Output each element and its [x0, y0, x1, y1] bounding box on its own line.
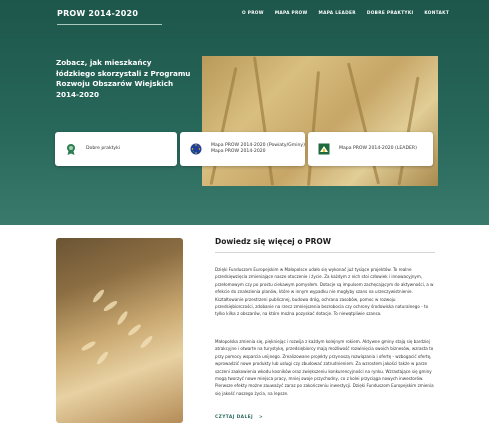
eu-flag-logo-icon — [190, 143, 202, 155]
section-divider — [215, 252, 435, 253]
nav-item-kontakt[interactable]: KONTAKT — [424, 11, 449, 16]
read-more-link[interactable]: CZYTAJ DALEJ > — [215, 415, 263, 420]
wheat-closeup-image — [56, 238, 183, 423]
site-logo[interactable]: PROW 2014-2020 — [57, 9, 138, 18]
main-nav: O PROW MAPA PROW MAPA LEADER DOBRE PRAKT… — [242, 11, 460, 16]
hero-headline: Zobacz, jak mieszkańcy łódzkiego skorzys… — [56, 58, 191, 99]
card-label: Dobre praktyki — [86, 145, 121, 151]
card-mapa-leader[interactable]: Mapa PROW 2014-2020 (LEADER) — [308, 132, 433, 166]
nav-item-dobre-praktyki[interactable]: DOBRE PRAKTYKI — [367, 11, 414, 16]
card-text: Mapa PROW 2014-2020 (Powiaty/Gminy) Mapa… — [211, 143, 305, 156]
nav-item-mapa-leader[interactable]: MAPA LEADER — [319, 11, 356, 16]
leader-logo-icon — [318, 143, 330, 155]
card-mapa-prow[interactable]: Mapa PROW 2014-2020 (Powiaty/Gminy) Mapa… — [180, 132, 305, 166]
card-dobre-praktyki[interactable]: Dobre praktyki — [55, 132, 177, 166]
about-paragraph-1: Dzięki Funduszom Europejskim w Małopolsc… — [215, 267, 434, 317]
about-paragraph-2: Małopolska zmienia się, piękniejąc i roz… — [215, 339, 434, 396]
hero-section: PROW 2014-2020 O PROW MAPA PROW MAPA LEA… — [0, 0, 489, 225]
card-sublabel: Mapa PROW 2014-2020 — [211, 149, 266, 154]
card-label: Mapa PROW 2014-2020 (LEADER) — [339, 145, 417, 151]
award-badge-icon — [67, 144, 75, 155]
logo-underline — [57, 24, 162, 25]
nav-item-mapa-prow[interactable]: MAPA PROW — [275, 11, 308, 16]
wheat-field-image — [202, 56, 438, 186]
nav-item-o-prow[interactable]: O PROW — [242, 11, 264, 16]
read-more-label: CZYTAJ DALEJ — [215, 415, 254, 420]
section-title: Dowiedz się więcej o PROW — [215, 237, 332, 246]
chevron-right-icon: > — [259, 415, 264, 420]
